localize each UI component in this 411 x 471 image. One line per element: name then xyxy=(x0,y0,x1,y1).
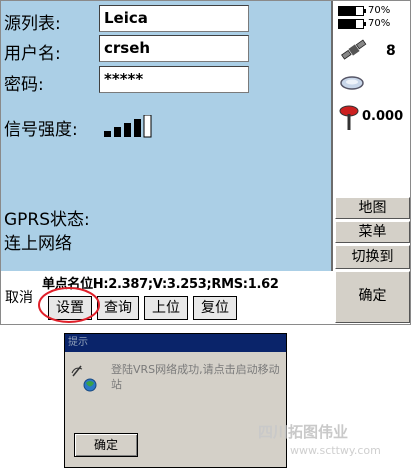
map-button[interactable]: 地图 xyxy=(335,197,410,219)
vrs-settings-panel: 源列表: Leica 用户名: crseh 密码: ***** 信号强度: GP… xyxy=(1,1,333,271)
dialog-message: 登陆VRS网络成功,请点击启动移动站 xyxy=(111,363,280,391)
signal-strength-icon xyxy=(104,115,152,138)
watermark-text: 四川拓图伟业 xyxy=(258,423,349,441)
signal-bar xyxy=(134,119,141,137)
battery-2-percent: 70% xyxy=(368,18,391,29)
tab-up[interactable]: 上位 xyxy=(144,296,188,320)
gprs-status-value: 连上网络 xyxy=(4,234,72,254)
network-connect-icon xyxy=(71,365,97,392)
username-field[interactable]: crseh xyxy=(99,35,249,62)
source-list-field[interactable]: Leica xyxy=(99,5,249,32)
battery-2: 70% xyxy=(338,18,390,29)
height-value: 0.000 xyxy=(362,109,404,124)
antenna-height-icon xyxy=(339,105,359,130)
tab-reset[interactable]: 复位 xyxy=(193,296,237,320)
radio-link-icon xyxy=(340,76,364,90)
battery-1-icon xyxy=(338,5,364,16)
dialog-ok-button[interactable]: 确定 xyxy=(74,433,138,457)
password-label: 密码: xyxy=(4,75,44,95)
switch-to-button[interactable]: 切换到 xyxy=(335,245,410,269)
cancel-button[interactable]: 取消 xyxy=(5,287,33,307)
battery-1: 70% xyxy=(338,5,390,16)
source-list-label: 源列表: xyxy=(4,14,61,34)
watermark-url: www.scttwy.com xyxy=(290,444,381,457)
menu-button[interactable]: 菜单 xyxy=(335,221,410,243)
username-label: 用户名: xyxy=(4,44,61,64)
dialog-title: 提示 xyxy=(65,334,286,352)
tab-query[interactable]: 查询 xyxy=(97,296,139,320)
signal-bar xyxy=(143,115,152,138)
satellite-count: 8 xyxy=(386,43,396,59)
signal-strength-label: 信号强度: xyxy=(4,120,78,140)
gprs-status-label: GPRS状态: xyxy=(4,210,90,230)
highlight-circle xyxy=(38,287,100,323)
signal-bar xyxy=(114,127,121,137)
signal-bar xyxy=(124,123,131,137)
satellite-icon xyxy=(341,39,367,60)
password-field[interactable]: ***** xyxy=(99,66,249,93)
signal-bar xyxy=(104,131,111,137)
battery-1-percent: 70% xyxy=(368,5,391,16)
ok-button[interactable]: 确定 xyxy=(335,271,410,323)
battery-2-icon xyxy=(338,18,364,29)
